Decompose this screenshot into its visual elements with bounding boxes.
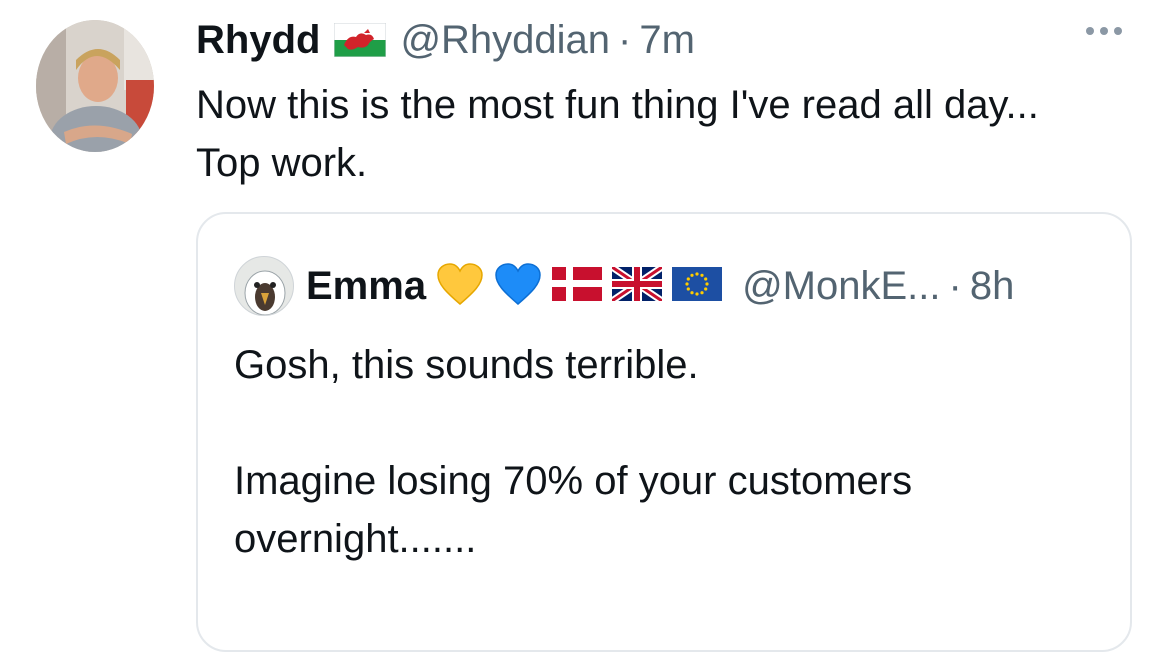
separator-dot: · — [618, 17, 632, 62]
blue-heart-icon — [494, 262, 542, 311]
quoted-user-avatar[interactable] — [234, 256, 294, 316]
user-handle[interactable]: @Rhyddian — [400, 18, 610, 63]
quoted-tweet-header: Emma @MonkE... · 8h — [234, 256, 1015, 316]
denmark-flag-icon — [552, 266, 603, 306]
eu-flag-icon — [672, 266, 723, 306]
quoted-user-handle[interactable]: @MonkE... — [742, 264, 940, 309]
quoted-tweet-card[interactable]: Emma @MonkE... · 8h Gosh, this sounds te… — [196, 212, 1132, 652]
timestamp[interactable]: 7m — [639, 18, 695, 63]
wales-flag-icon — [333, 22, 387, 58]
yellow-heart-icon — [436, 262, 484, 311]
uk-flag-icon — [610, 263, 665, 306]
quoted-text-line: Imagine losing 70% of your customers ove… — [234, 459, 913, 561]
quoted-display-name[interactable]: Emma — [306, 264, 426, 309]
tweet-header: Rhydd @Rhyddian · 7m — [196, 14, 695, 66]
separator-dot: · — [948, 263, 962, 308]
tweet-text: Now this is the most fun thing I've read… — [196, 83, 1039, 185]
more-options-icon[interactable] — [1086, 27, 1122, 35]
user-avatar[interactable] — [36, 20, 154, 152]
quoted-tweet-text: Gosh, this sounds terrible. Imagine losi… — [234, 336, 1094, 568]
quoted-timestamp[interactable]: 8h — [970, 264, 1015, 309]
display-name[interactable]: Rhydd — [196, 18, 320, 63]
quoted-text-line: Gosh, this sounds terrible. — [234, 343, 699, 387]
